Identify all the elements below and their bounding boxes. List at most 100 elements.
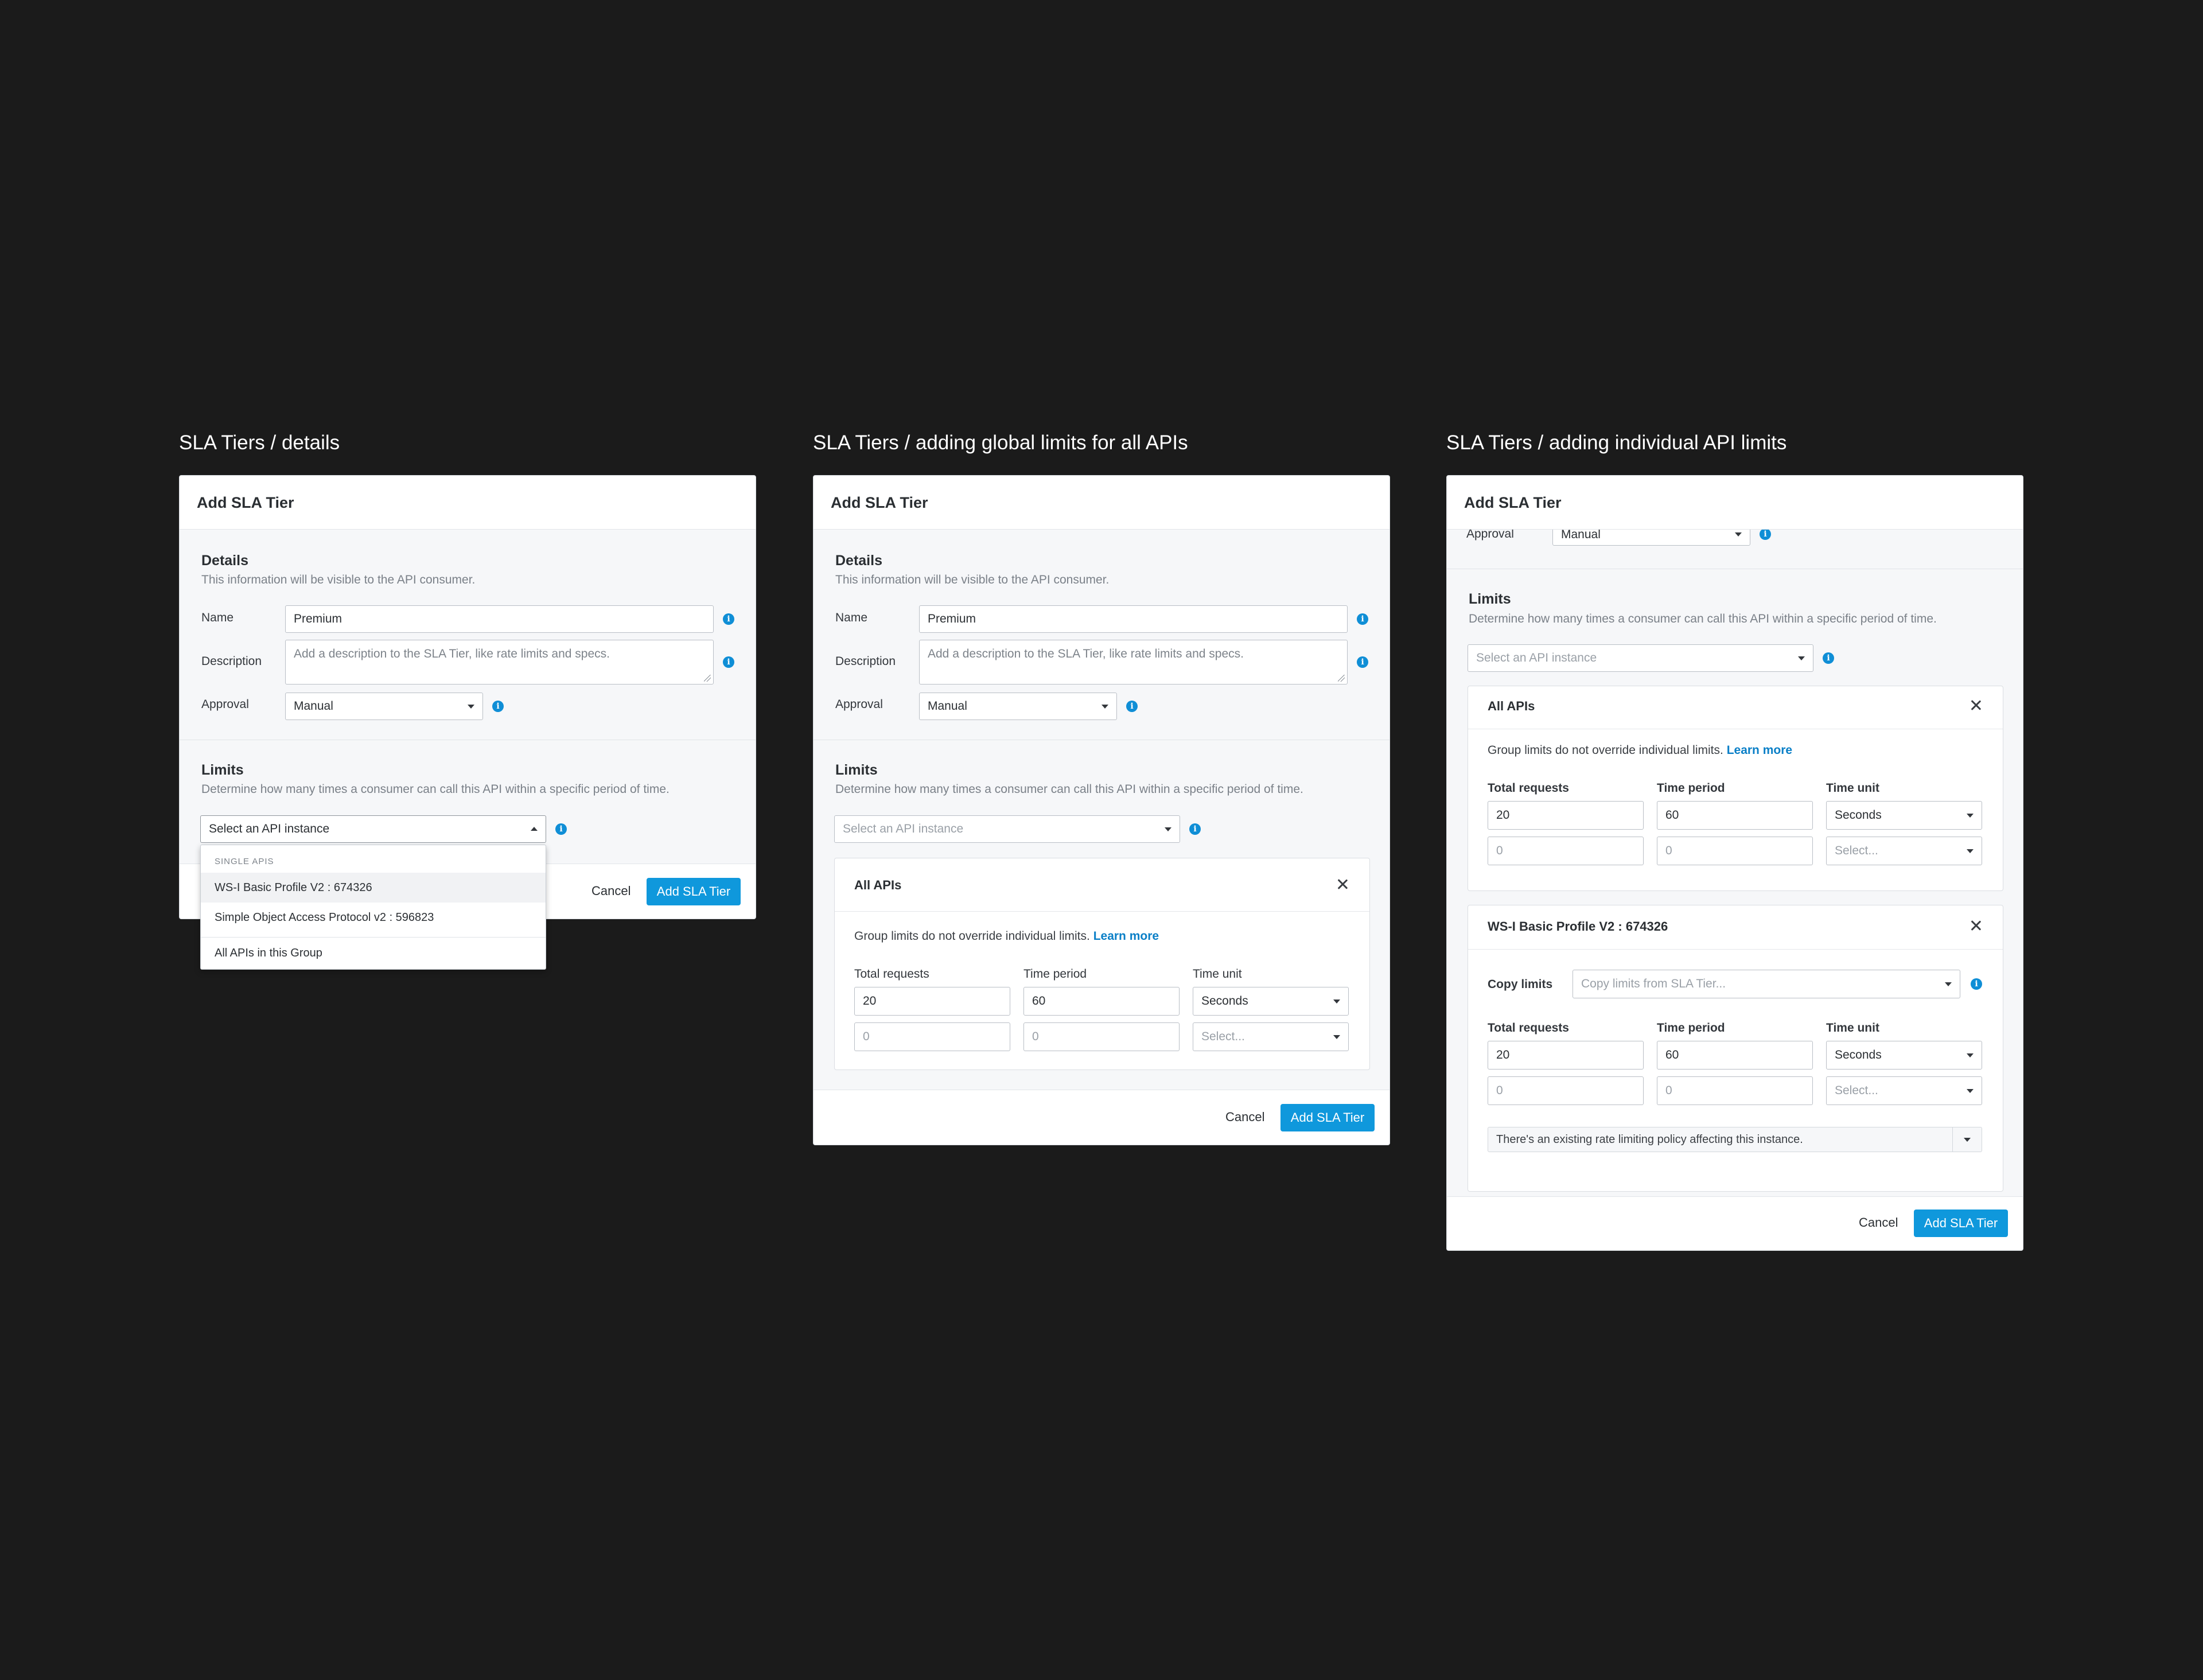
- all-apis-card-title: All APIs: [854, 878, 902, 892]
- description-info-icon[interactable]: i: [723, 656, 734, 668]
- description-info-icon[interactable]: i: [1357, 656, 1368, 668]
- time-unit-select[interactable]: Seconds: [1193, 987, 1349, 1016]
- add-sla-tier-button[interactable]: Add SLA Tier: [647, 878, 741, 905]
- api-instance-select[interactable]: Select an API instance: [834, 815, 1180, 843]
- copy-limits-select[interactable]: Copy limits from SLA Tier...: [1573, 970, 1960, 998]
- total-requests-input[interactable]: 20: [1488, 801, 1644, 830]
- group-limits-note-text: Group limits do not override individual …: [854, 930, 1090, 943]
- api-instance-select[interactable]: Select an API instance: [1468, 644, 1813, 672]
- chevron-down-icon: [1735, 532, 1742, 536]
- add-sla-tier-button[interactable]: Add SLA Tier: [1914, 1210, 2008, 1237]
- approval-select[interactable]: Manual: [285, 693, 483, 720]
- limits-section-subtitle: Determine how many times a consumer can …: [201, 783, 670, 796]
- time-period-input-empty[interactable]: 0: [1023, 1022, 1180, 1051]
- name-input[interactable]: Premium: [285, 605, 714, 633]
- add-sla-tier-modal-global: Add SLA Tier Details This information wi…: [813, 475, 1390, 1145]
- chevron-down-icon: [1333, 1000, 1340, 1004]
- limits-section-title: Limits: [1469, 591, 1511, 607]
- description-placeholder: Add a description to the SLA Tier, like …: [928, 647, 1244, 660]
- chevron-down-icon: [1967, 1089, 1974, 1093]
- time-unit-label: Time unit: [1826, 1021, 1879, 1035]
- time-unit-select[interactable]: Seconds: [1826, 1041, 1982, 1070]
- cancel-button[interactable]: Cancel: [591, 884, 630, 899]
- total-requests-input-empty[interactable]: 0: [854, 1022, 1010, 1051]
- time-period-input-empty[interactable]: 0: [1657, 1076, 1813, 1105]
- copy-limits-placeholder: Copy limits from SLA Tier...: [1581, 977, 1726, 990]
- approval-info-icon[interactable]: i: [492, 701, 504, 712]
- api-instance-placeholder: Select an API instance: [843, 822, 964, 835]
- total-requests-input[interactable]: 20: [1488, 1041, 1644, 1070]
- api-instance-placeholder: Select an API instance: [209, 822, 330, 835]
- api-instance-select[interactable]: Select an API instance: [200, 815, 546, 843]
- approval-info-icon[interactable]: i: [1760, 528, 1771, 540]
- chevron-down-icon: [1102, 705, 1108, 709]
- resize-grip-icon[interactable]: [704, 675, 711, 682]
- total-requests-input[interactable]: 20: [854, 987, 1010, 1016]
- resize-grip-icon[interactable]: [1338, 675, 1345, 682]
- name-info-icon[interactable]: i: [723, 613, 734, 625]
- learn-more-link[interactable]: Learn more: [1093, 930, 1159, 943]
- group-limits-note: Group limits do not override individual …: [854, 930, 1159, 943]
- total-requests-input-empty[interactable]: 0: [1488, 1076, 1644, 1105]
- rate-limit-warning[interactable]: There's an existing rate limiting policy…: [1488, 1127, 1982, 1152]
- api-instance-info-icon[interactable]: i: [1189, 823, 1201, 835]
- add-sla-tier-button[interactable]: Add SLA Tier: [1280, 1104, 1375, 1131]
- card-header-divider: [1468, 949, 2003, 950]
- cancel-button[interactable]: Cancel: [1859, 1215, 1898, 1230]
- close-icon[interactable]: [1336, 878, 1349, 890]
- api-instance-info-icon[interactable]: i: [1823, 652, 1834, 664]
- modal-header: Add SLA Tier: [814, 476, 1389, 530]
- chevron-down-icon: [468, 705, 474, 709]
- name-label: Name: [201, 611, 234, 624]
- modal-header: Add SLA Tier: [180, 476, 756, 530]
- dropdown-group-label: SINGLE APIS: [215, 857, 274, 866]
- name-info-icon[interactable]: i: [1357, 613, 1368, 625]
- time-unit-select[interactable]: Seconds: [1826, 801, 1982, 830]
- modal-footer: Cancel Add SLA Tier: [1447, 1196, 2023, 1250]
- time-period-input-empty[interactable]: 0: [1657, 837, 1813, 865]
- all-apis-card-title: All APIs: [1488, 699, 1535, 713]
- chevron-down-icon[interactable]: [1964, 1138, 1971, 1142]
- dropdown-item-soap[interactable]: Simple Object Access Protocol v2 : 59682…: [201, 903, 546, 932]
- close-icon[interactable]: [1970, 699, 1982, 711]
- name-input[interactable]: Premium: [919, 605, 1348, 633]
- details-section-subtitle: This information will be visible to the …: [835, 573, 1110, 586]
- time-unit-select-empty[interactable]: Select...: [1193, 1022, 1349, 1051]
- time-period-input[interactable]: 60: [1657, 801, 1813, 830]
- total-requests-input-empty[interactable]: 0: [1488, 837, 1644, 865]
- group-limits-note-text: Group limits do not override individual …: [1488, 744, 1723, 757]
- time-unit-label: Time unit: [1826, 781, 1879, 795]
- chevron-down-icon: [1165, 827, 1171, 831]
- description-placeholder: Add a description to the SLA Tier, like …: [294, 647, 610, 660]
- time-period-input[interactable]: 60: [1657, 1041, 1813, 1070]
- time-unit-select-empty[interactable]: Select...: [1826, 1076, 1982, 1105]
- dropdown-item-all-apis[interactable]: All APIs in this Group: [201, 938, 546, 968]
- time-period-input[interactable]: 60: [1023, 987, 1180, 1016]
- time-unit-placeholder: Select...: [1201, 1030, 1245, 1043]
- chevron-down-icon: [1967, 1053, 1974, 1057]
- add-sla-tier-modal-individual: Add SLA Tier Approval Manual i Limits De…: [1446, 475, 2023, 1251]
- individual-api-card-title: WS-I Basic Profile V2 : 674326: [1488, 919, 1668, 934]
- cancel-button[interactable]: Cancel: [1225, 1110, 1264, 1125]
- description-textarea[interactable]: Add a description to the SLA Tier, like …: [285, 640, 714, 685]
- frame-title-individual-limits: SLA Tiers / adding individual API limits: [1446, 431, 1787, 454]
- approval-info-icon[interactable]: i: [1126, 701, 1138, 712]
- time-unit-value: Seconds: [1201, 994, 1248, 1008]
- copy-limits-label: Copy limits: [1488, 978, 1553, 991]
- api-instance-info-icon[interactable]: i: [555, 823, 567, 835]
- group-limits-note: Group limits do not override individual …: [1488, 744, 1792, 757]
- time-unit-select-empty[interactable]: Select...: [1826, 837, 1982, 865]
- close-icon[interactable]: [1970, 919, 1982, 932]
- dropdown-item-ws-i[interactable]: WS-I Basic Profile V2 : 674326: [201, 873, 546, 903]
- learn-more-link[interactable]: Learn more: [1727, 744, 1792, 757]
- individual-api-card: WS-I Basic Profile V2 : 674326 Copy limi…: [1468, 905, 2003, 1192]
- limits-section-subtitle: Determine how many times a consumer can …: [1469, 612, 1937, 625]
- api-instance-placeholder: Select an API instance: [1476, 651, 1597, 664]
- copy-limits-info-icon[interactable]: i: [1971, 978, 1982, 990]
- time-unit-value: Seconds: [1835, 1048, 1882, 1061]
- description-textarea[interactable]: Add a description to the SLA Tier, like …: [919, 640, 1348, 685]
- total-requests-label: Total requests: [1488, 781, 1569, 795]
- time-period-label: Time period: [1657, 1021, 1725, 1035]
- approval-select[interactable]: Manual: [919, 693, 1117, 720]
- details-section-subtitle: This information will be visible to the …: [201, 573, 476, 586]
